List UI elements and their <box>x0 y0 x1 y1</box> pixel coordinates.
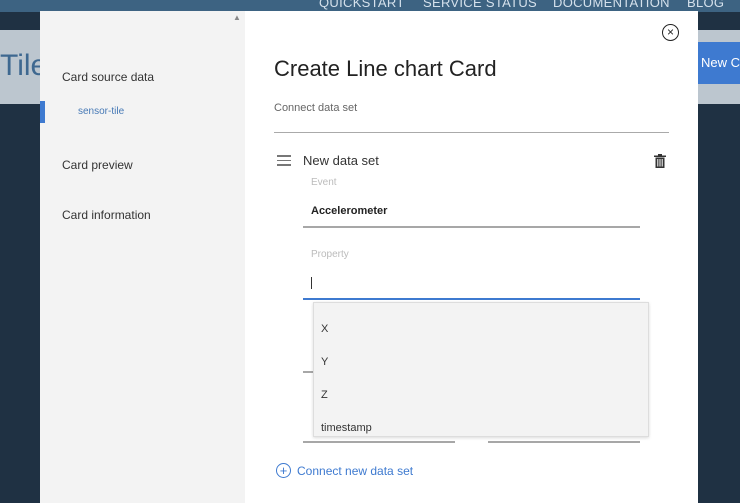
event-value[interactable]: Accelerometer <box>311 205 387 217</box>
nav-service-status[interactable]: SERVICE STATUS <box>423 0 537 10</box>
create-card-modal: ▲ Card source data sensor-tile Card prev… <box>40 11 698 503</box>
nav-documentation[interactable]: DOCUMENTATION <box>553 0 670 10</box>
modal-title: Create Line chart Card <box>274 56 497 81</box>
sidebar-subitem-sensor-tile[interactable]: sensor-tile <box>78 106 124 117</box>
modal-subtitle: Connect data set <box>274 102 358 114</box>
data-set-title: New data set <box>303 153 379 168</box>
bottom-field-underline-left <box>303 441 455 443</box>
dropdown-option-x[interactable]: X <box>321 323 328 335</box>
hidden-field-underline <box>303 371 313 373</box>
new-card-button[interactable]: New C <box>698 42 740 84</box>
trash-icon[interactable] <box>654 154 666 168</box>
nav-blog[interactable]: BLOG <box>687 0 724 10</box>
sidebar-item-card-information[interactable]: Card information <box>62 208 151 222</box>
plus-circle-icon[interactable]: + <box>276 463 291 478</box>
dropdown-option-timestamp[interactable]: timestamp <box>321 422 372 434</box>
nav-quickstart[interactable]: QUICKSTART <box>319 0 405 10</box>
event-field-underline <box>303 226 640 228</box>
property-input[interactable] <box>311 275 631 293</box>
dropdown-option-y[interactable]: Y <box>321 356 328 368</box>
divider <box>274 132 669 133</box>
scroll-up-arrow-icon[interactable]: ▲ <box>233 13 241 22</box>
connect-new-data-set-link[interactable]: Connect new data set <box>297 464 413 478</box>
drag-handle-icon[interactable] <box>277 155 291 169</box>
modal-sidebar: ▲ Card source data sensor-tile Card prev… <box>40 11 245 503</box>
bottom-field-underline-right <box>488 441 640 443</box>
sidebar-item-card-source-data[interactable]: Card source data <box>62 70 154 84</box>
property-label: Property <box>311 249 349 260</box>
active-indicator <box>40 101 45 123</box>
dropdown-option-z[interactable]: Z <box>321 389 328 401</box>
sidebar-item-card-preview[interactable]: Card preview <box>62 158 133 172</box>
property-dropdown: X Y Z timestamp <box>313 302 649 437</box>
property-field-underline <box>303 298 640 300</box>
close-icon[interactable]: × <box>662 24 679 41</box>
event-label: Event <box>311 177 337 188</box>
